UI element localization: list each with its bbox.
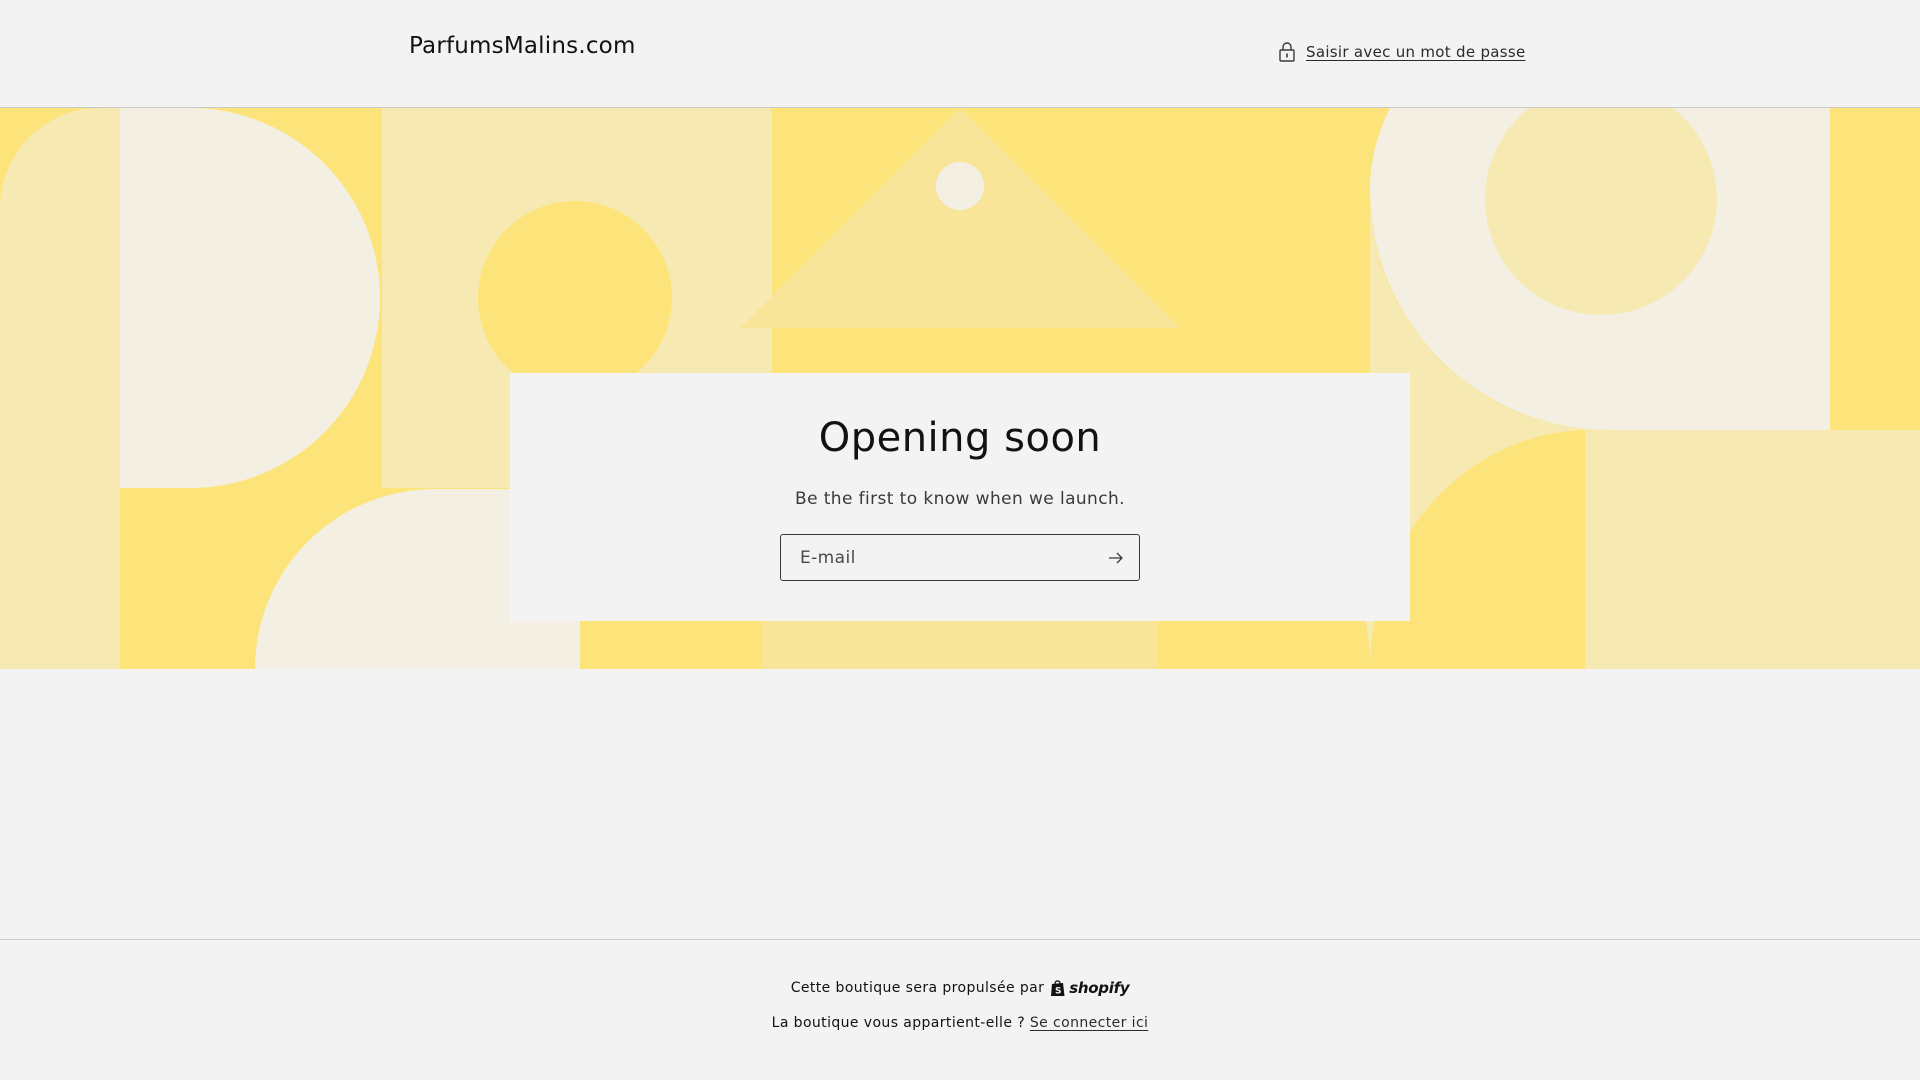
shopify-logo[interactable]: S shopify — [1050, 979, 1130, 997]
hero-banner: Opening soon Be the first to know when w… — [0, 108, 1920, 669]
site-header: ParfumsMalins.com Saisir avec un mot de … — [0, 0, 1920, 108]
email-form — [780, 534, 1140, 581]
page-subtitle: Be the first to know when we launch. — [795, 489, 1125, 509]
email-input[interactable] — [781, 535, 1091, 580]
password-login-link[interactable]: Saisir avec un mot de passe — [1278, 40, 1526, 64]
subscribe-button[interactable] — [1093, 535, 1139, 580]
password-link-label[interactable]: Saisir avec un mot de passe — [1306, 43, 1526, 61]
svg-text:S: S — [1055, 987, 1062, 997]
shopify-wordmark: shopify — [1069, 979, 1130, 997]
powered-by-text: Cette boutique sera propulsée par — [790, 980, 1045, 996]
login-link[interactable]: Se connecter ici — [1030, 1015, 1148, 1031]
owner-question: La boutique vous appartient-elle ? — [771, 1015, 1026, 1031]
arrow-right-icon — [1109, 552, 1123, 563]
lock-icon — [1279, 42, 1295, 62]
page-title: Opening soon — [818, 415, 1102, 461]
shopify-bag-icon: S — [1051, 980, 1065, 997]
signup-card: Opening soon Be the first to know when w… — [510, 373, 1410, 621]
powered-by-line: Cette boutique sera propulsée par S shop… — [0, 979, 1920, 997]
site-footer: Cette boutique sera propulsée par S shop… — [0, 939, 1920, 1080]
owner-line: La boutique vous appartient-elle ? Se co… — [0, 1015, 1920, 1031]
store-name[interactable]: ParfumsMalins.com — [409, 33, 636, 59]
